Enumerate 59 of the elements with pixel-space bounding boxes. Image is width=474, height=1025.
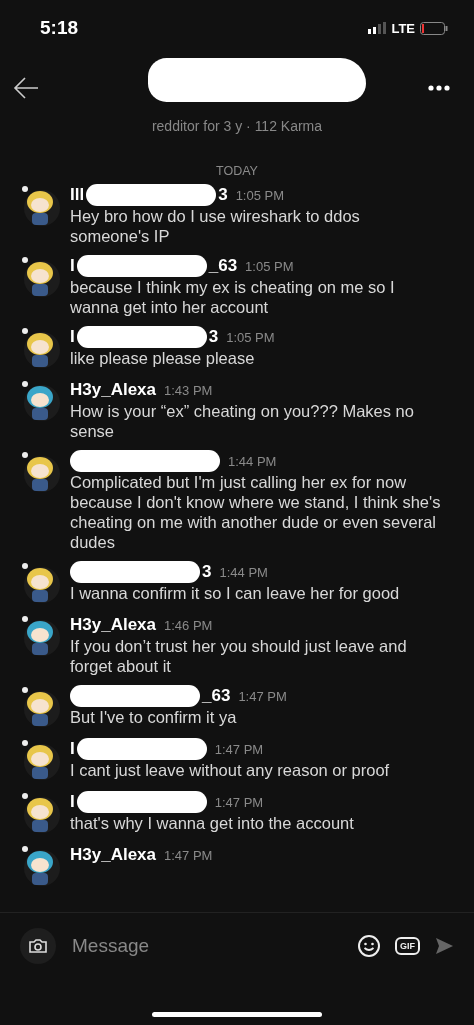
author-name: H3y_Alexa <box>70 380 156 400</box>
author-name: I <box>70 739 75 759</box>
camera-icon <box>28 938 48 954</box>
author-name: _63 <box>202 686 231 706</box>
author-name: H3y_Alexa <box>70 845 156 865</box>
signal-icon <box>368 22 387 34</box>
avatar <box>20 561 60 605</box>
avatar <box>20 614 60 658</box>
author-name: I <box>70 327 75 347</box>
message-time: 1:47 PM <box>164 847 213 863</box>
battery-icon <box>420 21 448 35</box>
author-name: I <box>70 256 75 276</box>
message-text: How is your “ex” cheating on you??? Makes no sense <box>70 401 415 441</box>
camera-button[interactable] <box>20 928 56 964</box>
message-text: I wanna confirm it so I can leave her for good <box>70 583 400 603</box>
gif-button[interactable]: GIF <box>395 937 420 955</box>
message-text: But I've to confirm it ya <box>70 707 238 727</box>
avatar <box>20 184 60 228</box>
author-name: H3y_Alexa <box>70 615 156 635</box>
status-time: 5:18 <box>40 17 79 39</box>
user-karma-subtitle: redditor for 3 y · 112 Karma <box>150 118 324 134</box>
message-text: like please please please <box>70 348 256 368</box>
avatar <box>20 379 60 423</box>
message-time: 1:05 PM <box>235 187 285 203</box>
message-time: 1:43 PM <box>164 382 213 398</box>
avatar <box>20 255 60 299</box>
message-time: 1:44 PM <box>228 453 277 469</box>
avatar <box>20 791 60 835</box>
message-text: that's why I wanna get into the account <box>70 813 354 833</box>
emoji-button[interactable] <box>357 934 381 958</box>
message-time: 1:44 PM <box>219 564 268 580</box>
message-time: 1:47 PM <box>214 794 264 810</box>
author-name: _63 <box>208 256 238 276</box>
avatar <box>20 738 60 782</box>
back-button[interactable] <box>12 76 40 100</box>
message-text: If you don’t trust her you should just leave and forget about it <box>70 636 408 676</box>
message-time: 1:46 PM <box>164 617 213 633</box>
avatar <box>20 685 60 729</box>
message-time: 1:47 PM <box>214 741 264 757</box>
message-text: because I think my ex is cheating on me so I wanna get into her account <box>70 277 396 317</box>
message-text: Complicated but I'm just calling her ex for now because I don't know where we stand, I think she's cheating on me with another dude or even several dudes <box>70 472 442 552</box>
message-time: 1:47 PM <box>238 688 287 704</box>
avatar <box>20 326 60 370</box>
more-button[interactable] <box>428 85 450 91</box>
date-divider: TODAY <box>215 164 259 178</box>
message-time: 1:05 PM <box>226 329 275 345</box>
message-text: I cant just leave without any reason or proof <box>70 760 390 780</box>
message-time: 1:05 PM <box>245 258 294 274</box>
network-label: LTE <box>391 20 415 36</box>
message-text: Hey bro how do I use wireshark to ddos someone's IP <box>70 206 361 246</box>
author-name: 3 <box>202 562 212 582</box>
avatar <box>20 844 60 888</box>
author-name: 3 <box>208 327 219 347</box>
message-input[interactable]: Message <box>70 934 343 958</box>
send-button[interactable] <box>434 936 454 956</box>
author-name: 3 <box>218 185 228 205</box>
avatar <box>20 450 60 494</box>
author-name: Ill <box>70 185 85 205</box>
author-name: I <box>70 792 75 812</box>
